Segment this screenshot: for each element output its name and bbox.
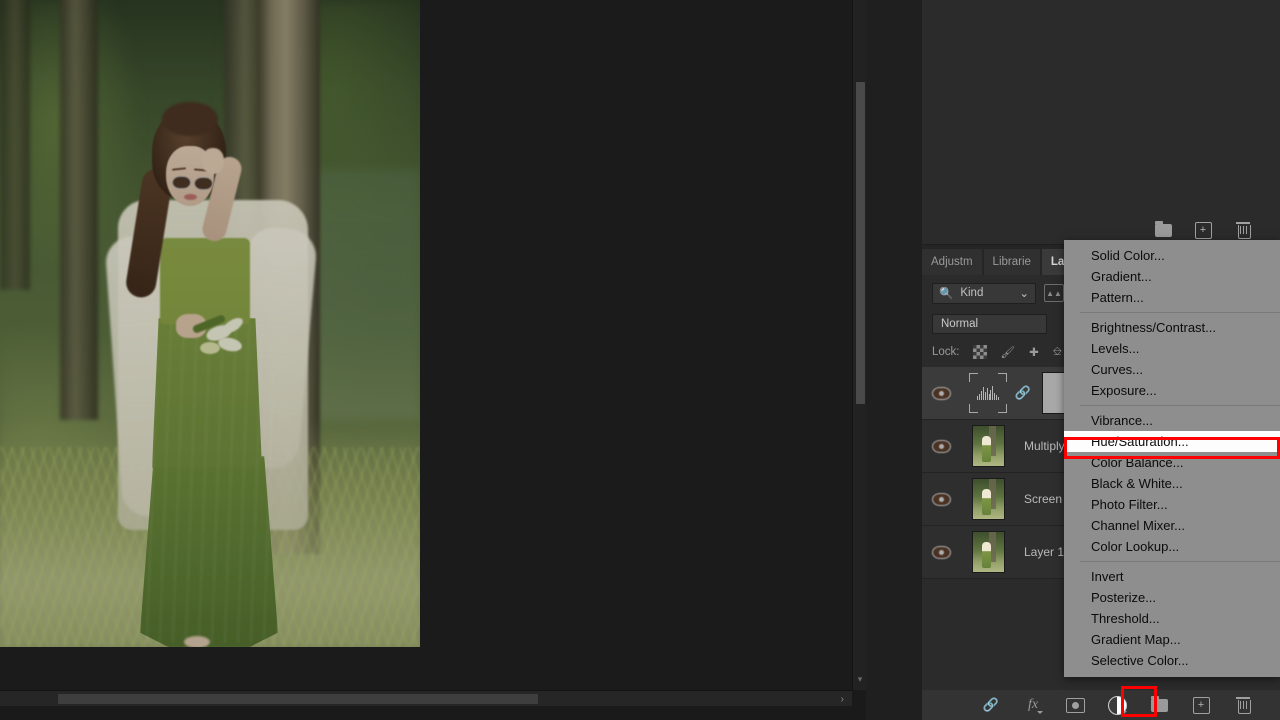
photoshop-window: ▾ › + Adjustm Librarie Laye [0, 0, 1280, 720]
menu-separator [1080, 312, 1280, 313]
menu-item-solid-color[interactable]: Solid Color... [1064, 245, 1280, 266]
menu-item-exposure[interactable]: Exposure... [1064, 380, 1280, 401]
vertical-scrollbar[interactable]: ▾ [852, 0, 867, 690]
menu-item-vibrance[interactable]: Vibrance... [1064, 410, 1280, 431]
document-area: ▾ › [0, 0, 922, 720]
link-layers-icon[interactable]: 🔗 [980, 694, 1002, 716]
horizontal-scrollbar-thumb[interactable] [58, 694, 538, 704]
menu-item-color-lookup[interactable]: Color Lookup... [1064, 536, 1280, 557]
search-icon: 🔍 [939, 288, 954, 300]
menu-item-color-balance[interactable]: Color Balance... [1064, 452, 1280, 473]
blend-mode-select[interactable]: Normal [932, 314, 1047, 334]
photo-overlay [0, 0, 420, 647]
new-group-icon[interactable] [1152, 219, 1174, 241]
layer-thumbnail[interactable] [960, 531, 1016, 573]
menu-item-channel-mixer[interactable]: Channel Mixer... [1064, 515, 1280, 536]
menu-item-brightness-contrast[interactable]: Brightness/Contrast... [1064, 317, 1280, 338]
status-bar [0, 706, 922, 720]
lock-label: Lock: [932, 346, 960, 358]
filter-pixel-icon[interactable]: ▲▲ [1044, 284, 1064, 302]
new-adjustment-layer-menu[interactable]: Solid Color... Gradient... Pattern... Br… [1064, 240, 1280, 677]
menu-item-hue-saturation[interactable]: Hue/Saturation... [1064, 431, 1280, 452]
layer-mask-link-icon[interactable]: 🔗 [1015, 385, 1031, 401]
menu-item-posterize[interactable]: Posterize... [1064, 587, 1280, 608]
chevron-down-icon: ⌄ [1019, 288, 1029, 300]
workspace-rail [866, 0, 922, 720]
menu-item-black-and-white[interactable]: Black & White... [1064, 473, 1280, 494]
menu-item-gradient-map[interactable]: Gradient Map... [1064, 629, 1280, 650]
delete-icon[interactable] [1232, 219, 1254, 241]
highlight-new-adjustment-layer-button [1121, 686, 1157, 717]
new-layer-icon[interactable]: + [1190, 694, 1212, 716]
lock-position-icon[interactable]: ✚ [1029, 345, 1039, 359]
lock-image-pixels-icon[interactable]: 🖌 [1001, 345, 1016, 359]
vertical-scrollbar-thumb[interactable] [856, 82, 865, 404]
menu-item-pattern[interactable]: Pattern... [1064, 287, 1280, 308]
scroll-right-icon[interactable]: › [841, 691, 844, 707]
scroll-down-icon[interactable]: ▾ [853, 668, 867, 690]
filter-kind-select[interactable]: 🔍 Kind ⌄ [932, 282, 1036, 304]
horizontal-scrollbar[interactable]: › [0, 690, 852, 707]
menu-item-photo-filter[interactable]: Photo Filter... [1064, 494, 1280, 515]
fx-icon[interactable]: fx [1022, 694, 1044, 716]
filter-kind-label: Kind [960, 287, 984, 299]
lock-artboard-icon[interactable]: ⎒ [1053, 346, 1062, 359]
filter-type-icons: ▲▲ [1044, 284, 1064, 302]
menu-item-invert[interactable]: Invert [1064, 566, 1280, 587]
menu-item-selective-color[interactable]: Selective Color... [1064, 650, 1280, 671]
delete-layer-icon[interactable] [1232, 694, 1254, 716]
levels-histogram-icon [977, 386, 1000, 400]
add-mask-icon[interactable] [1064, 694, 1086, 716]
lock-transparency-icon[interactable] [972, 345, 987, 359]
menu-separator [1080, 405, 1280, 406]
menu-item-threshold[interactable]: Threshold... [1064, 608, 1280, 629]
layers-panel-footer: 🔗 fx + [922, 690, 1280, 720]
canvas-background[interactable] [0, 0, 852, 690]
layer-thumbnail[interactable] [960, 478, 1016, 520]
menu-item-levels[interactable]: Levels... [1064, 338, 1280, 359]
layer-thumbnail-adjustment[interactable] [960, 373, 1016, 413]
document-image[interactable] [0, 0, 420, 647]
new-item-icon[interactable]: + [1192, 219, 1214, 241]
layer-thumbnail[interactable] [960, 425, 1016, 467]
tab-adjustments[interactable]: Adjustm [922, 249, 982, 275]
menu-separator [1080, 561, 1280, 562]
menu-item-gradient[interactable]: Gradient... [1064, 266, 1280, 287]
upper-panel: + [922, 0, 1280, 245]
tab-libraries[interactable]: Librarie [983, 249, 1040, 275]
menu-item-curves[interactable]: Curves... [1064, 359, 1280, 380]
